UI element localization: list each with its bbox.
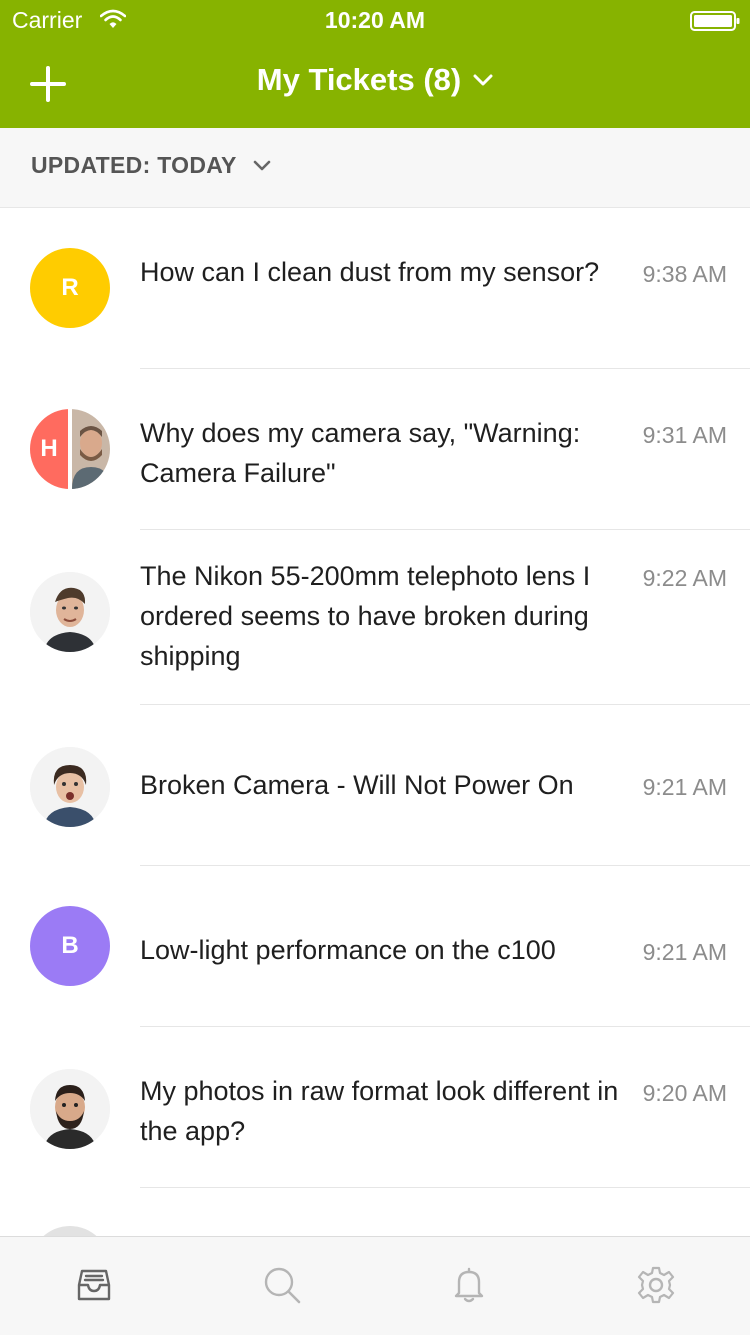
divider xyxy=(140,1187,750,1188)
app-header: Carrier 10:20 AM My Tickets (8) xyxy=(0,0,750,128)
ticket-subject: My photos in raw format look different i… xyxy=(140,1076,619,1146)
bell-icon xyxy=(454,1267,484,1303)
avatar-photo xyxy=(30,747,110,827)
ticket-time: 9:31 AM xyxy=(642,422,727,448)
title-container: My Tickets (8) xyxy=(0,62,750,98)
ticket-row[interactable]: My photos in raw format look different i… xyxy=(0,1027,750,1188)
tab-settings[interactable] xyxy=(636,1265,676,1305)
ticket-list: R How can I clean dust from my sensor? 9… xyxy=(0,208,750,1188)
ticket-time: 9:21 AM xyxy=(642,774,727,800)
avatar-initial: H xyxy=(40,435,58,462)
ticket-subject: How can I clean dust from my sensor? xyxy=(140,257,600,287)
tab-search[interactable] xyxy=(262,1265,302,1305)
ticket-time: 9:21 AM xyxy=(642,939,727,965)
avatar: B xyxy=(30,906,110,986)
ticket-subject: Why does my camera say, "Warning: Camera… xyxy=(140,418,581,488)
chevron-down-icon xyxy=(473,74,493,86)
page-title: My Tickets (8) xyxy=(256,62,462,97)
filter-bar: UPDATED: TODAY xyxy=(0,128,750,208)
avatar-photo xyxy=(30,1069,110,1149)
filter-label: UPDATED: TODAY xyxy=(31,152,237,178)
avatar: H xyxy=(30,409,110,489)
ticket-row[interactable]: The Nikon 55-200mm telephoto lens I orde… xyxy=(0,530,750,705)
tab-bar xyxy=(0,1236,750,1335)
ticket-subject: Low-light performance on the c100 xyxy=(140,935,556,965)
ticket-view-selector[interactable]: My Tickets (8) xyxy=(257,62,493,98)
avatar: R xyxy=(30,248,110,328)
avatar xyxy=(30,1069,110,1149)
status-time: 10:20 AM xyxy=(324,7,426,33)
avatar-photo xyxy=(30,572,110,652)
updated-filter-dropdown[interactable]: UPDATED: TODAY xyxy=(31,152,271,179)
ticket-time: 9:22 AM xyxy=(642,565,727,591)
battery-icon xyxy=(690,10,740,37)
ticket-time: 9:20 AM xyxy=(642,1080,727,1106)
ticket-subject: Broken Camera - Will Not Power On xyxy=(140,770,574,800)
ticket-time: 9:38 AM xyxy=(642,261,727,287)
tab-inbox[interactable] xyxy=(74,1265,114,1305)
avatar-initial: R xyxy=(61,274,79,301)
status-bar: Carrier 10:20 AM xyxy=(0,0,750,40)
avatar-initial: B xyxy=(61,932,79,959)
chevron-down-icon xyxy=(253,160,270,170)
inbox-icon xyxy=(77,1269,111,1301)
ticket-row[interactable]: R How can I clean dust from my sensor? 9… xyxy=(0,208,750,369)
tab-notifications[interactable] xyxy=(449,1265,489,1305)
ticket-row[interactable]: Broken Camera - Will Not Power On 9:21 A… xyxy=(0,705,750,866)
ticket-row[interactable]: B Low-light performance on the c100 9:21… xyxy=(0,866,750,1027)
ticket-row[interactable]: H Why does my camera say, "Warning: Came… xyxy=(0,369,750,530)
gear-icon xyxy=(637,1266,675,1304)
search-icon xyxy=(264,1267,301,1304)
ticket-subject: The Nikon 55-200mm telephoto lens I orde… xyxy=(140,561,591,671)
avatar xyxy=(30,572,110,652)
avatar xyxy=(30,747,110,827)
